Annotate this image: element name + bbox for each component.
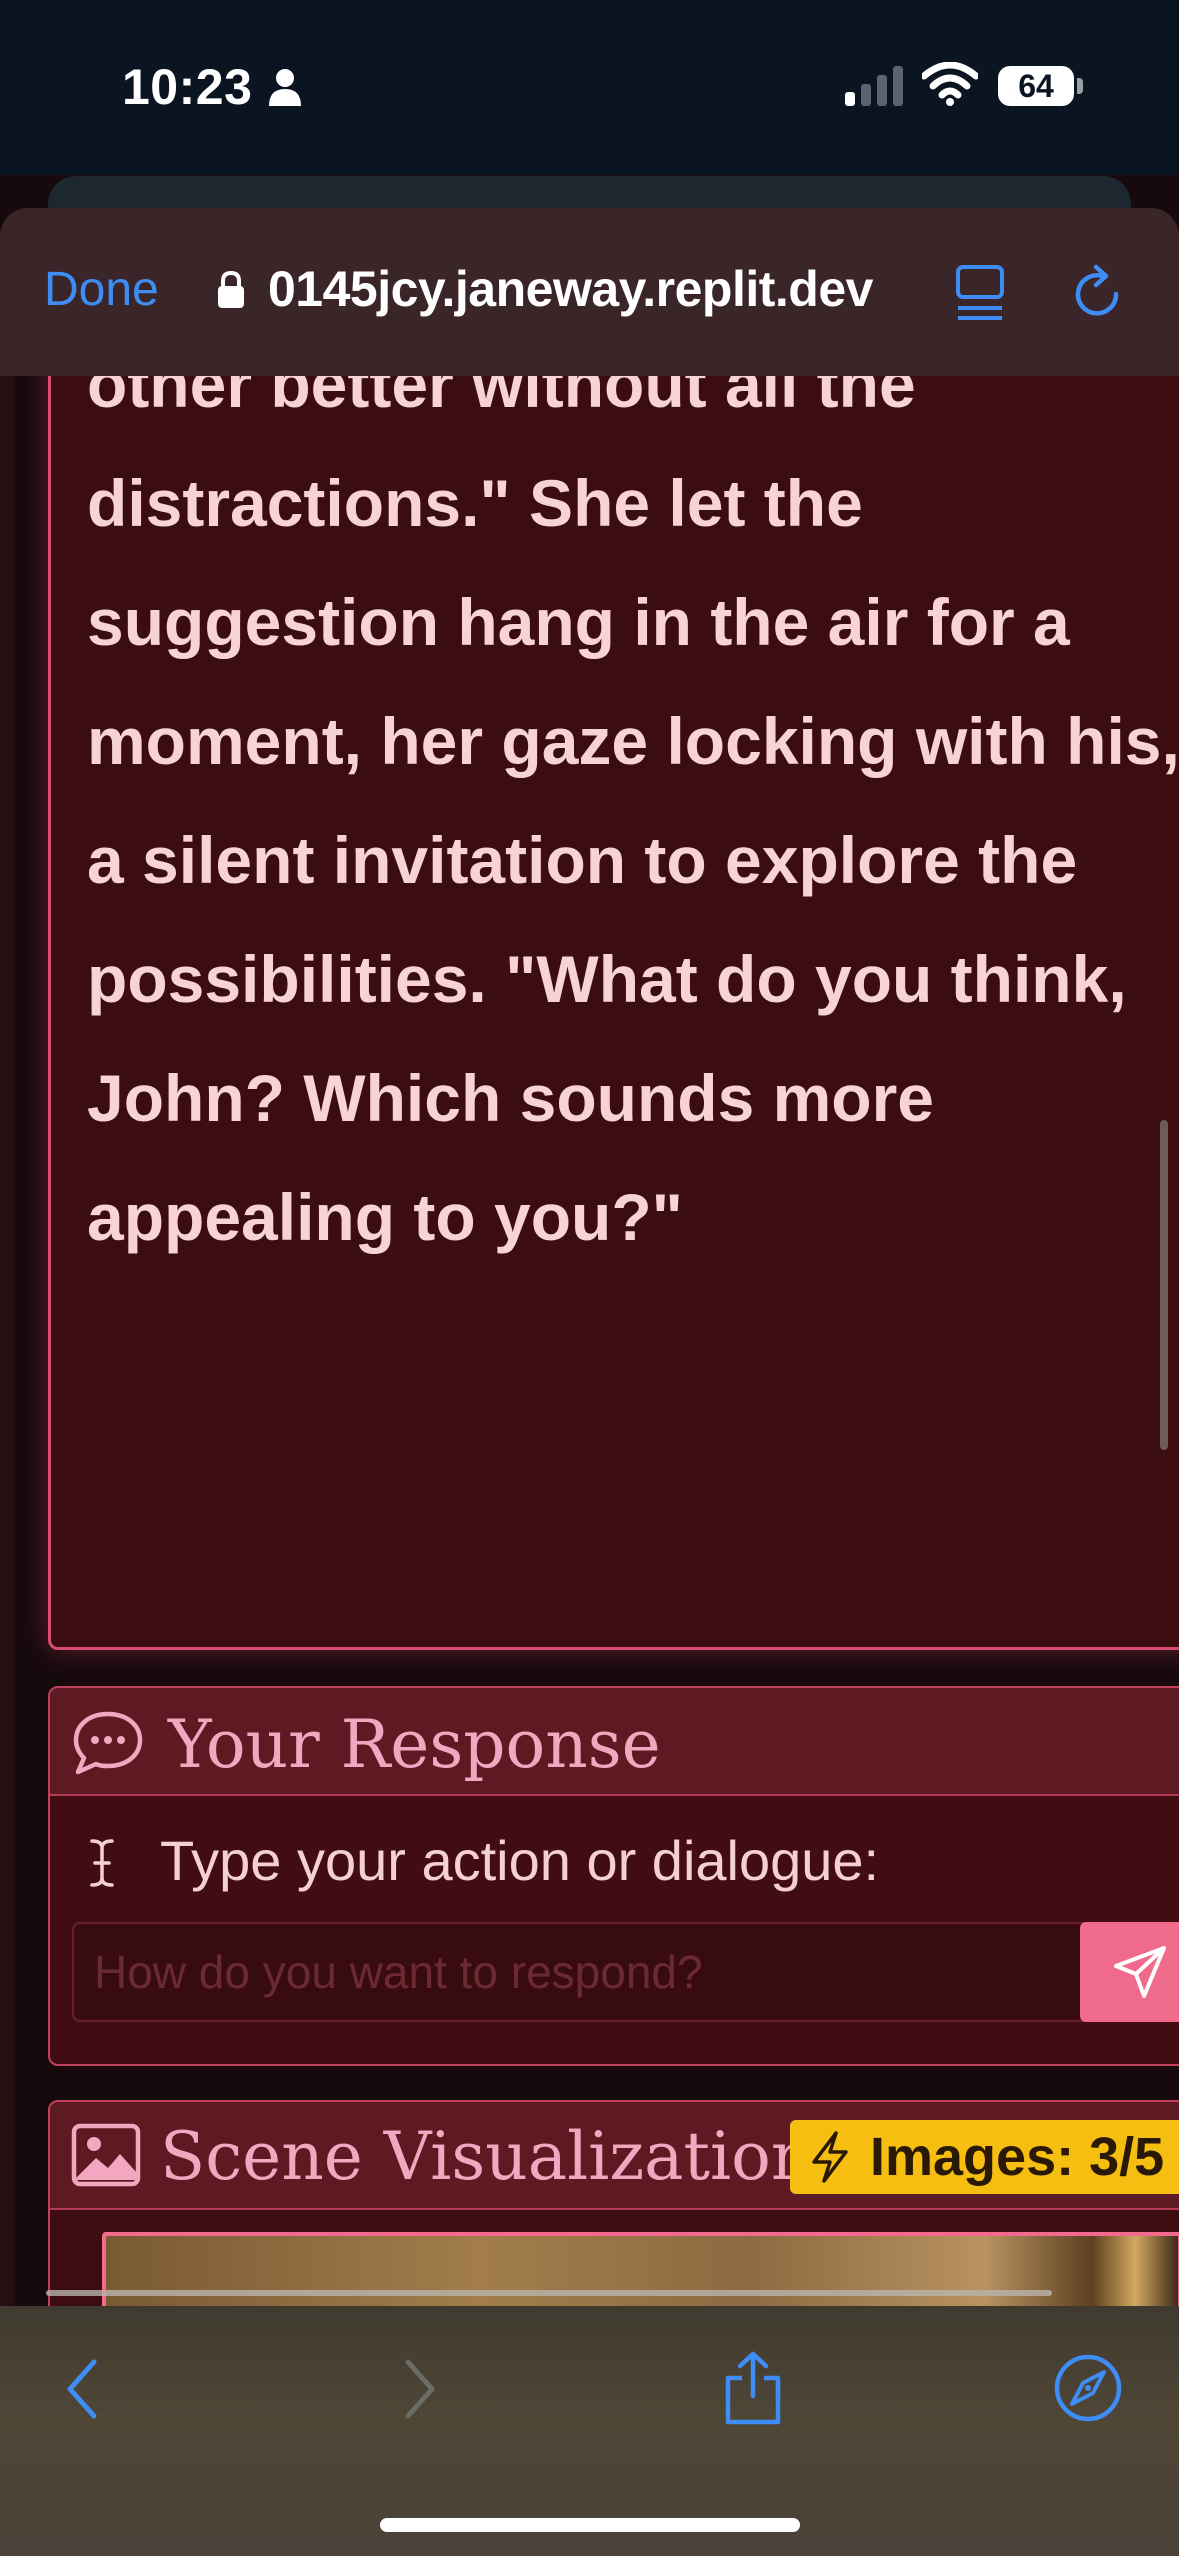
response-input[interactable]: [72, 1922, 1092, 2022]
reader-icon[interactable]: [955, 264, 1005, 322]
text-cursor-icon: [90, 1839, 114, 1887]
page-edge: [0, 376, 14, 2306]
reload-icon[interactable]: [1072, 264, 1124, 322]
back-icon[interactable]: [62, 2358, 102, 2420]
image-icon: [71, 2123, 141, 2187]
person-icon: [269, 69, 301, 106]
page-scrollbar[interactable]: [1160, 1120, 1168, 1450]
wifi-icon: [922, 62, 978, 106]
chat-icon: [73, 1711, 143, 1775]
url-text[interactable]: 0145jcy.janeway.replit.dev: [268, 260, 873, 318]
response-title: Your Response: [168, 1706, 661, 1783]
home-indicator[interactable]: [380, 2518, 800, 2532]
image-count-text: Images: 3/5: [870, 2127, 1165, 2187]
scene-title: Scene Visualization: [160, 2118, 814, 2195]
forward-icon[interactable]: [400, 2358, 440, 2420]
lock-icon: [218, 270, 244, 308]
send-icon: [1114, 1946, 1166, 1998]
send-button[interactable]: [1080, 1922, 1179, 2022]
horizontal-scroll-indicator: [46, 2290, 1052, 2296]
story-body: distractions." She let the suggestion ha…: [87, 466, 1179, 1254]
image-count-badge: Images: 3/5: [790, 2120, 1179, 2194]
battery-level: 64: [998, 66, 1074, 106]
compass-icon[interactable]: [1052, 2352, 1124, 2424]
battery-tip: [1077, 78, 1083, 94]
status-time: 10:23: [122, 59, 253, 115]
response-panel: Your Response Type your action or dialog…: [48, 1686, 1179, 2066]
response-label: Type your action or dialogue:: [160, 1829, 880, 1892]
done-button[interactable]: Done: [44, 262, 159, 317]
share-icon[interactable]: [720, 2350, 786, 2426]
bolt-icon: [812, 2131, 848, 2183]
story-panel: other better without all the distraction…: [48, 300, 1179, 1650]
story-text: other better without all the distraction…: [87, 325, 1179, 1277]
signal-icon: [845, 66, 903, 106]
